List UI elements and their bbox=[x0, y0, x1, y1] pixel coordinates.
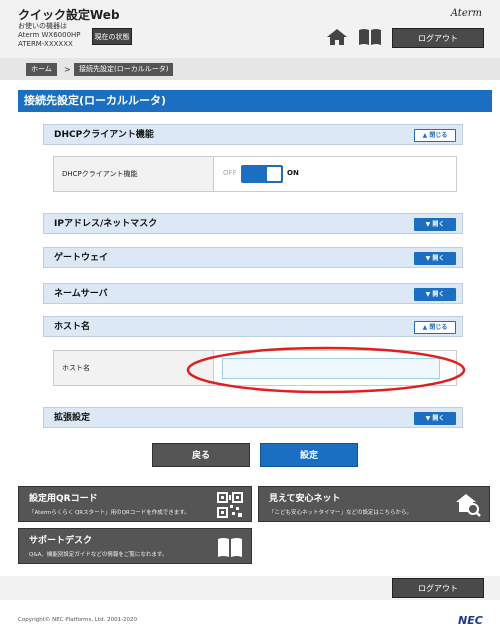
house-magnifier-icon bbox=[456, 494, 481, 517]
toggle-on-label: ON bbox=[287, 169, 299, 177]
section-hostname-title: ホスト名 bbox=[54, 322, 91, 332]
logout-button-bottom[interactable]: ログアウト bbox=[392, 578, 484, 598]
dhcp-row-label: DHCPクライアント機能 bbox=[54, 157, 214, 191]
close-label: 閉じる bbox=[429, 324, 448, 331]
breadcrumb-home[interactable]: ホーム bbox=[26, 63, 57, 76]
section-advanced-title: 拡張設定 bbox=[54, 413, 91, 423]
toggle-off-label: OFF bbox=[223, 169, 237, 177]
copyright: Copyright© NEC Platforms, Ltd. 2001-2020 bbox=[18, 617, 138, 623]
toggle-knob bbox=[267, 167, 281, 181]
support-card-title: サポートデスク bbox=[29, 536, 93, 546]
device-line-3: ATERM-XXXXXX bbox=[18, 40, 73, 48]
dhcp-toggle[interactable] bbox=[241, 165, 283, 183]
support-desk-card[interactable]: サポートデスク Q&A、機能別設定ガイドなどの情報をご覧になれます。 bbox=[18, 528, 252, 564]
book-icon[interactable] bbox=[358, 28, 382, 46]
section-nameserver: ネームサーバ ▼ 開く bbox=[43, 283, 463, 304]
brand-logo: Aterm bbox=[450, 8, 482, 19]
section-ip: IPアドレス/ネットマスク ▼ 開く bbox=[43, 213, 463, 234]
section-ip-title: IPアドレス/ネットマスク bbox=[54, 219, 158, 229]
section-ip-open-button[interactable]: ▼ 開く bbox=[414, 218, 456, 231]
device-line-2: Aterm WX6000HP bbox=[18, 31, 81, 39]
breadcrumb-separator: > bbox=[64, 65, 71, 74]
section-gateway-title: ゲートウェイ bbox=[54, 253, 109, 263]
back-button[interactable]: 戻る bbox=[152, 443, 250, 467]
app-title: クイック設定Web bbox=[18, 8, 120, 22]
open-label: 開く bbox=[432, 415, 445, 422]
open-label: 開く bbox=[432, 255, 445, 262]
qr-code-icon bbox=[217, 492, 243, 518]
section-dhcp-title: DHCPクライアント機能 bbox=[54, 130, 154, 140]
home-icon[interactable] bbox=[326, 28, 348, 46]
device-line-1: お使いの機器は bbox=[18, 22, 67, 30]
section-gateway: ゲートウェイ ▼ 開く bbox=[43, 247, 463, 268]
open-label: 開く bbox=[432, 221, 445, 228]
breadcrumb-current: 接続先設定(ローカルルータ) bbox=[74, 63, 174, 76]
section-hostname: ホスト名 ▲ 閉じる bbox=[43, 316, 463, 337]
qr-card-desc: 「Atermらくらく QRスタート」用のQRコードを作成できます。 bbox=[29, 510, 190, 516]
header: クイック設定Web お使いの機器は Aterm WX6000HP ATERM-X… bbox=[0, 0, 500, 58]
support-card-desc: Q&A、機能別設定ガイドなどの情報をご覧になれます。 bbox=[29, 552, 168, 558]
set-button[interactable]: 設定 bbox=[260, 443, 358, 467]
section-nameserver-title: ネームサーバ bbox=[54, 289, 108, 299]
section-gateway-open-button[interactable]: ▼ 開く bbox=[414, 252, 456, 265]
close-label: 閉じる bbox=[429, 132, 448, 139]
page-title: 接続先設定(ローカルルータ) bbox=[18, 90, 492, 112]
safe-card-title: 見えて安心ネット bbox=[269, 494, 341, 504]
section-dhcp-close-button[interactable]: ▲ 閉じる bbox=[414, 129, 456, 142]
safe-card-desc: 「こども安心ネットタイマー」などの設定はこちらから。 bbox=[269, 510, 413, 516]
open-label: 開く bbox=[432, 291, 445, 298]
dhcp-row: DHCPクライアント機能 OFF ON bbox=[53, 156, 457, 192]
section-nameserver-open-button[interactable]: ▼ 開く bbox=[414, 288, 456, 301]
device-info: お使いの機器は Aterm WX6000HP ATERM-XXXXXX bbox=[18, 22, 81, 49]
breadcrumb: ホーム > 接続先設定(ローカルルータ) bbox=[0, 58, 500, 80]
logout-button[interactable]: ログアウト bbox=[392, 28, 484, 48]
qr-code-card[interactable]: 設定用QRコード 「Atermらくらく QRスタート」用のQRコードを作成できま… bbox=[18, 486, 252, 522]
section-dhcp: DHCPクライアント機能 ▲ 閉じる bbox=[43, 124, 463, 145]
highlight-ellipse bbox=[186, 346, 466, 394]
book-icon bbox=[218, 538, 242, 557]
current-status-button[interactable]: 現在の状態 bbox=[92, 28, 132, 45]
section-advanced: 拡張設定 ▼ 開く bbox=[43, 407, 463, 428]
footer-bar: ログアウト bbox=[0, 576, 500, 600]
section-hostname-close-button[interactable]: ▲ 閉じる bbox=[414, 321, 456, 334]
nec-logo: NEC bbox=[458, 614, 483, 627]
qr-card-title: 設定用QRコード bbox=[29, 494, 98, 504]
section-advanced-open-button[interactable]: ▼ 開く bbox=[414, 412, 456, 425]
safe-net-card[interactable]: 見えて安心ネット 「こども安心ネットタイマー」などの設定はこちらから。 bbox=[258, 486, 490, 522]
